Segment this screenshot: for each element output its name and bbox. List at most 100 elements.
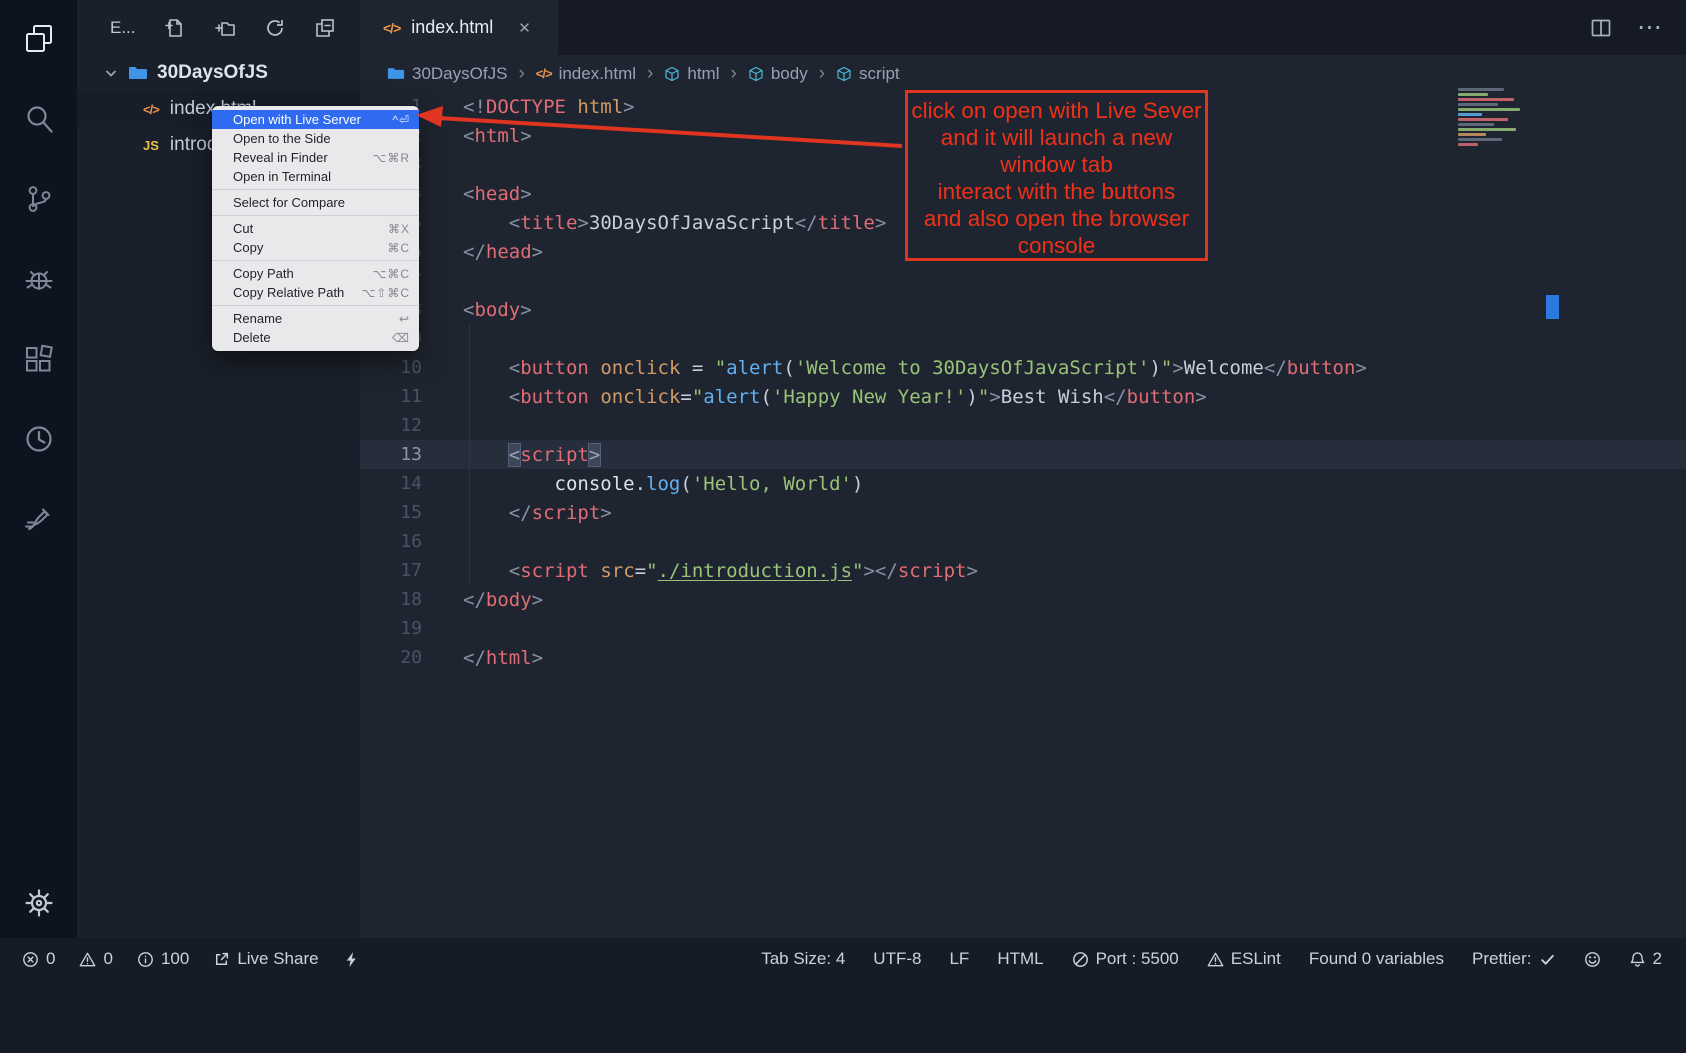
- split-editor-icon[interactable]: [1589, 16, 1613, 40]
- code-line[interactable]: 14 console.log('Hello, World'): [360, 469, 1686, 498]
- status-label: Prettier:: [1472, 949, 1532, 969]
- status-item[interactable]: ESLint: [1207, 949, 1281, 969]
- code-line[interactable]: 17 <script src="./introduction.js"></scr…: [360, 556, 1686, 585]
- explorer-title: E...: [110, 18, 136, 38]
- activity-item-explorer[interactable]: [22, 22, 56, 56]
- activity-item-extensions[interactable]: [22, 342, 56, 376]
- menu-item[interactable]: Open with Live Server ^⏎: [212, 110, 419, 129]
- breadcrumb: 30DaysOfJS›</>index.html›html›body›scrip…: [360, 55, 1686, 92]
- status-label: 100: [161, 949, 189, 969]
- folder-icon: [128, 65, 148, 81]
- status-item[interactable]: Port : 5500: [1072, 949, 1179, 969]
- code-line[interactable]: 15 </script>: [360, 498, 1686, 527]
- code-line[interactable]: 18</body>: [360, 585, 1686, 614]
- menu-item[interactable]: Delete⌫: [212, 328, 419, 347]
- tree-item-root-folder[interactable]: 30DaysOfJS: [77, 55, 360, 91]
- minimap[interactable]: [1458, 88, 1520, 148]
- code-line[interactable]: 8<body>: [360, 295, 1686, 324]
- code-line[interactable]: 16: [360, 527, 1686, 556]
- code-line[interactable]: 13 <script>: [360, 440, 1686, 469]
- breadcrumb-item-index.html[interactable]: </>index.html: [536, 64, 636, 84]
- status-left: 0 0 100 Live Share: [22, 949, 360, 969]
- activity-item-debug[interactable]: [22, 262, 56, 296]
- status-item[interactable]: 0: [79, 949, 112, 969]
- tab-index.html[interactable]: </>index.html✕: [360, 0, 558, 55]
- close-icon[interactable]: ✕: [518, 19, 531, 37]
- refresh-icon: [264, 17, 286, 39]
- line-number: 18: [360, 589, 422, 610]
- code-line[interactable]: 9: [360, 324, 1686, 353]
- extensions-icon: [22, 342, 56, 376]
- menu-item-shortcut: ^⏎: [392, 113, 410, 127]
- js-file-icon: JS: [143, 138, 159, 153]
- new-file-button[interactable]: [164, 17, 186, 39]
- status-label: LF: [949, 949, 969, 969]
- activity-item-clock[interactable]: [22, 422, 56, 456]
- menu-item[interactable]: Cut⌘X: [212, 219, 419, 238]
- menu-item[interactable]: Open to the Side: [212, 129, 419, 148]
- activity-item-settings-gear[interactable]: [22, 886, 56, 920]
- code-line[interactable]: 10 <button onclick = "alert('Welcome to …: [360, 353, 1686, 382]
- status-item[interactable]: 0: [22, 949, 55, 969]
- status-item[interactable]: Live Share: [213, 949, 318, 969]
- breadcrumb-item-html[interactable]: html: [664, 64, 719, 84]
- refresh-button[interactable]: [264, 17, 286, 39]
- status-item[interactable]: 2: [1629, 949, 1662, 969]
- code-line[interactable]: 11 <button onclick="alert('Happy New Yea…: [360, 382, 1686, 411]
- breadcrumb-item-30DaysOfJS[interactable]: 30DaysOfJS: [387, 64, 507, 84]
- status-item[interactable]: LF: [949, 949, 969, 969]
- code-text: <button onclick="alert('Happy New Year!'…: [422, 386, 1207, 408]
- activity-item-search[interactable]: [22, 102, 56, 136]
- menu-item[interactable]: Reveal in Finder⌥⌘R: [212, 148, 419, 167]
- activity-item-pen[interactable]: [22, 502, 56, 536]
- menu-item[interactable]: Copy⌘C: [212, 238, 419, 257]
- scrollbar-marker[interactable]: [1546, 295, 1559, 319]
- root-folder-label: 30DaysOfJS: [157, 62, 268, 84]
- status-item[interactable]: HTML: [997, 949, 1043, 969]
- status-item[interactable]: [1584, 951, 1601, 968]
- line-number: 10: [360, 357, 422, 378]
- menu-separator: [212, 189, 419, 190]
- activity-item-source-control[interactable]: [22, 182, 56, 216]
- menu-item[interactable]: Open in Terminal: [212, 167, 419, 186]
- code-line[interactable]: 20</html>: [360, 643, 1686, 672]
- status-item[interactable]: Prettier:: [1472, 949, 1556, 969]
- more-actions-icon[interactable]: ⋯: [1637, 15, 1662, 40]
- tab-bar: </>index.html✕ ⋯: [360, 0, 1686, 55]
- new-folder-button[interactable]: [214, 17, 236, 39]
- code-line[interactable]: 7: [360, 266, 1686, 295]
- tab-strip: </>index.html✕: [360, 0, 558, 55]
- annotation-text: and also open the browser: [908, 205, 1205, 232]
- status-label: Tab Size: 4: [761, 949, 845, 969]
- menu-item[interactable]: Copy Path⌥⌘C: [212, 264, 419, 283]
- html-file-icon: </>: [143, 102, 159, 117]
- breadcrumb-item-body[interactable]: body: [748, 64, 808, 84]
- line-number: 20: [360, 647, 422, 668]
- status-item[interactable]: 100: [137, 949, 189, 969]
- breadcrumb-item-script[interactable]: script: [836, 64, 900, 84]
- code-text: <script src="./introduction.js"></script…: [422, 560, 978, 582]
- annotation-text: console: [908, 232, 1205, 259]
- menu-item-label: Copy Path: [233, 266, 294, 281]
- status-item[interactable]: Found 0 variables: [1309, 949, 1444, 969]
- explorer-icon: [22, 22, 56, 56]
- menu-item-label: Open with Live Server: [233, 112, 361, 127]
- code-text: <!DOCTYPE html>: [422, 96, 635, 118]
- collapse-all-button[interactable]: [314, 17, 336, 39]
- code-line[interactable]: 19: [360, 614, 1686, 643]
- folder-icon: [387, 66, 405, 81]
- menu-item[interactable]: Select for Compare: [212, 193, 419, 212]
- line-number: 14: [360, 473, 422, 494]
- line-number: 19: [360, 618, 422, 639]
- status-item[interactable]: UTF-8: [873, 949, 921, 969]
- code-line[interactable]: 12: [360, 411, 1686, 440]
- status-item[interactable]: [343, 951, 360, 968]
- menu-item[interactable]: Copy Relative Path⌥⇧⌘C: [212, 283, 419, 302]
- status-item[interactable]: Tab Size: 4: [761, 949, 845, 969]
- line-number: 17: [360, 560, 422, 581]
- status-label: UTF-8: [873, 949, 921, 969]
- chevron-down-icon: [103, 65, 119, 81]
- code-text: <head>: [422, 183, 532, 205]
- menu-item[interactable]: Rename↩: [212, 309, 419, 328]
- menu-item-label: Cut: [233, 221, 253, 236]
